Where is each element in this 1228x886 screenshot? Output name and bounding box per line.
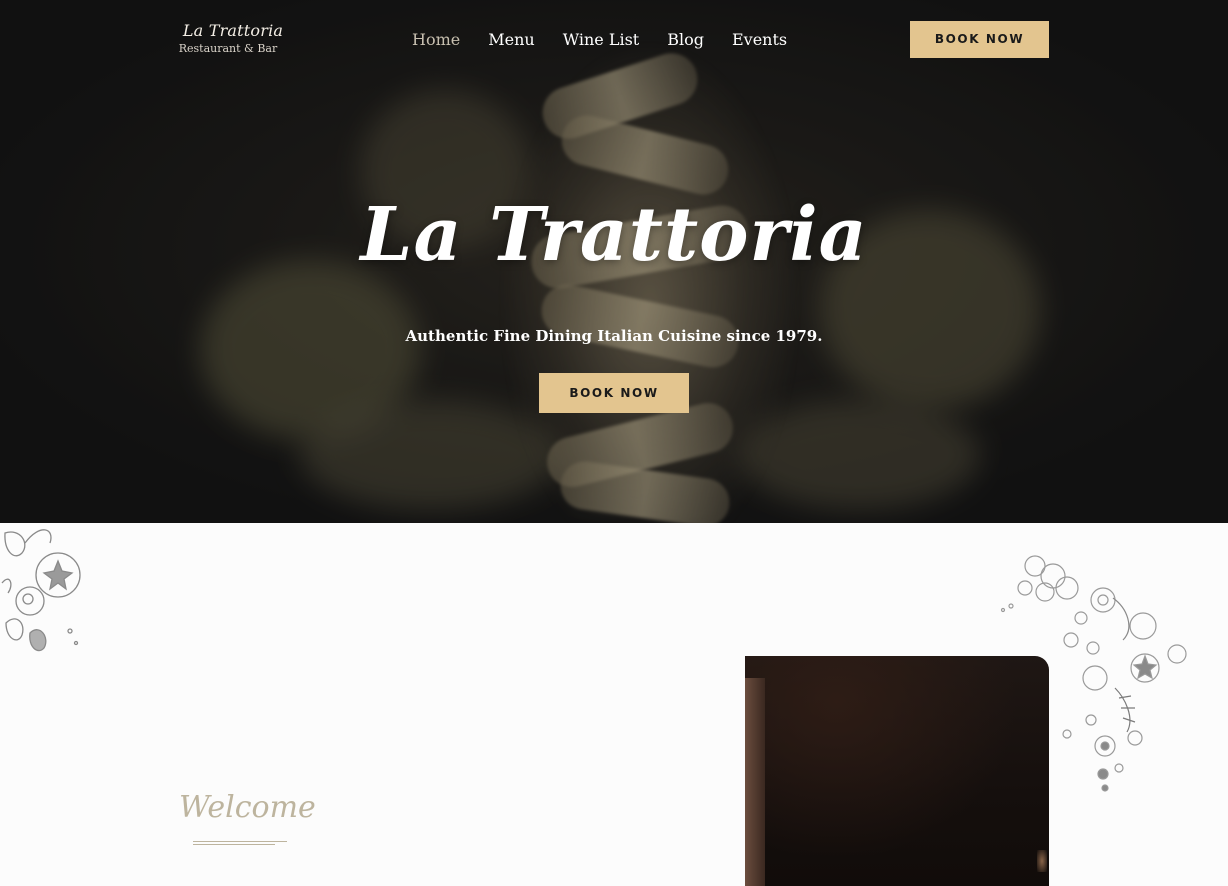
nav-item-blog[interactable]: Blog — [667, 29, 704, 51]
hero-title: La Trattoria — [360, 192, 868, 278]
welcome-eyebrow: Welcome — [179, 790, 316, 825]
header-book-now-button[interactable]: BOOK NOW — [910, 21, 1049, 58]
about-image-edge — [745, 678, 765, 886]
hero-tagline: Authentic Fine Dining Italian Cuisine si… — [405, 327, 823, 345]
welcome-underline-divider — [193, 841, 287, 845]
site-logo[interactable]: La Trattoria Restaurant & Bar — [178, 20, 288, 56]
vegetable-sketch-icon — [1, 529, 81, 652]
nav-item-menu[interactable]: Menu — [488, 29, 534, 51]
main-nav: Home Menu Wine List Blog Events — [412, 29, 815, 51]
logo-subtitle: Restaurant & Bar — [178, 42, 278, 55]
nav-item-events[interactable]: Events — [732, 29, 787, 51]
nav-item-home[interactable]: Home — [412, 29, 460, 51]
about-image — [745, 656, 1049, 886]
hero-book-now-button[interactable]: BOOK NOW — [539, 373, 689, 413]
nav-item-wine-list[interactable]: Wine List — [563, 29, 640, 51]
logo-script: La Trattoria — [182, 21, 284, 40]
about-image-glint — [1037, 850, 1047, 872]
